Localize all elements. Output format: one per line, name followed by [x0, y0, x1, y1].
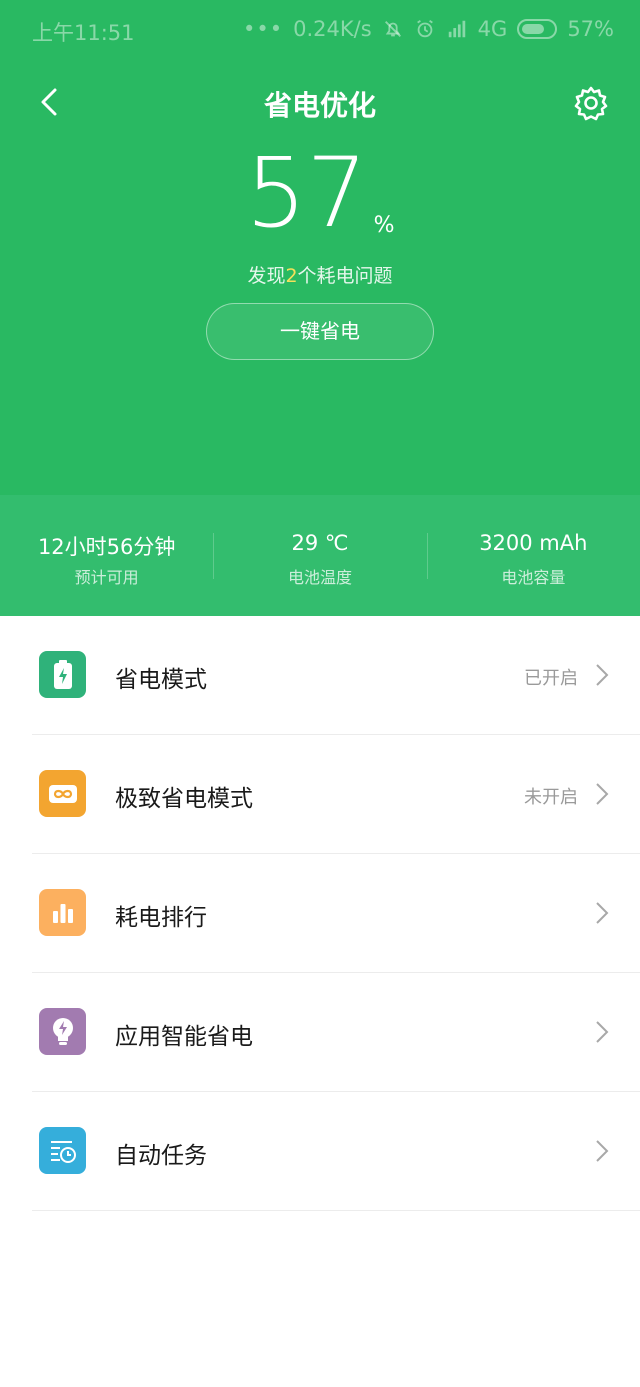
issues-suffix: 个耗电问题: [297, 265, 393, 287]
menu-item-auto-tasks[interactable]: 自动任务: [0, 1092, 640, 1211]
menu-item-ultra-power-saving[interactable]: 极致省电模式 未开启: [0, 735, 640, 854]
chevron-right-icon: [596, 902, 609, 924]
mute-bell-icon: [384, 21, 401, 37]
status-time: 上午11:51: [32, 21, 135, 45]
more-dots-icon: •••: [242, 17, 284, 41]
menu-item-power-saving-mode[interactable]: 省电模式 已开启: [0, 616, 640, 735]
menu-item-label: 极致省电模式: [115, 786, 253, 812]
menu-item-app-smart-saving[interactable]: 应用智能省电: [0, 973, 640, 1092]
battery-level-unit: %: [373, 213, 395, 238]
menu-item-status: 已开启: [524, 668, 578, 689]
one-tap-optimize-button[interactable]: 一键省电: [206, 303, 434, 360]
stat-label: 预计可用: [74, 568, 139, 587]
menu-item-label: 应用智能省电: [115, 1024, 253, 1050]
chevron-right-icon: [596, 1021, 609, 1043]
chevron-right-icon: [596, 783, 609, 805]
chevron-right-icon: [596, 1140, 609, 1162]
status-indicators: ••• 0.24K/s 4G 57%: [243, 17, 614, 41]
battery-level-value: 57: [245, 137, 368, 249]
stat-label: 电池温度: [287, 568, 352, 587]
menu-item-power-ranking[interactable]: 耗电排行: [0, 854, 640, 973]
alarm-icon: [416, 19, 433, 38]
battery-bolt-icon: [39, 651, 86, 698]
stat-temperature: 29 ℃ 电池温度: [213, 495, 426, 616]
menu-item-label: 自动任务: [115, 1143, 207, 1169]
stat-capacity: 3200 mAh 电池容量: [426, 495, 640, 616]
stat-value: 12小时56分钟: [37, 535, 176, 559]
gear-icon[interactable]: [570, 82, 612, 124]
battery-level: 57%: [0, 138, 640, 248]
stat-remaining-time: 12小时56分钟 预计可用: [0, 495, 213, 616]
stat-label: 电池容量: [501, 568, 566, 587]
bar-chart-icon: [39, 889, 86, 936]
infinity-battery-icon: [39, 770, 86, 817]
stat-value: 3200 mAh: [479, 531, 588, 555]
network-speed: 0.24K/s: [293, 17, 372, 41]
task-clock-icon: [39, 1127, 86, 1174]
settings-list: 省电模式 已开启 极致省电模式 未开启 耗电排行 应用智能省电 自动任务: [0, 616, 640, 1211]
network-type: 4G: [477, 17, 508, 41]
lightbulb-bolt-icon: [39, 1008, 86, 1055]
battery-stats: 12小时56分钟 预计可用 29 ℃ 电池温度 3200 mAh 电池容量: [0, 495, 640, 616]
menu-item-label: 省电模式: [115, 667, 207, 693]
menu-item-label: 耗电排行: [115, 905, 207, 931]
issues-summary: 发现2个耗电问题: [0, 261, 640, 288]
issues-prefix: 发现: [247, 265, 286, 287]
battery-icon: [517, 19, 558, 39]
signal-icon: [448, 20, 465, 38]
stat-value: 29 ℃: [291, 531, 349, 555]
status-bar: 上午11:51 ••• 0.24K/s 4G 57%: [0, 0, 640, 58]
header-panel: 上午11:51 ••• 0.24K/s 4G 57% 省电优化 57 % 发现2…: [0, 0, 640, 495]
issues-count: 2: [285, 265, 298, 287]
battery-percent: 57%: [567, 17, 614, 41]
menu-item-status: 未开启: [524, 787, 578, 808]
chevron-right-icon: [596, 664, 609, 686]
page-title: 省电优化: [263, 89, 376, 122]
